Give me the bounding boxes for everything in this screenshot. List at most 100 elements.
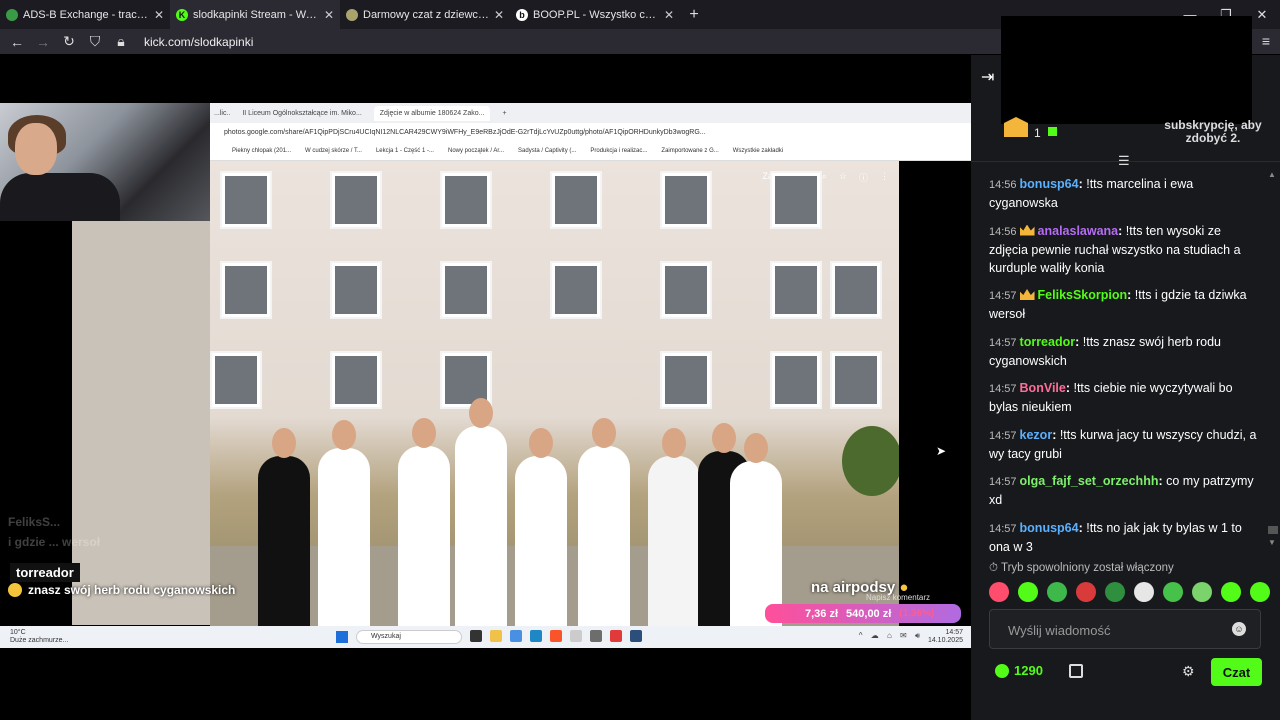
weather-widget: 10°C Duże zachmurze... (10, 629, 68, 645)
app-icon (590, 630, 602, 642)
settings-gear-icon[interactable]: ⚙ (1182, 663, 1195, 680)
channel-points[interactable]: 1290 (995, 663, 1043, 678)
building-window (770, 351, 822, 409)
building-window (220, 261, 272, 319)
scroll-thumb[interactable] (1268, 526, 1278, 534)
store-icon[interactable] (1069, 664, 1083, 678)
browser-tab[interactable]: b BOOP.PL - Wszystko co chcesz - ✕ (510, 0, 680, 29)
reload-icon[interactable]: ↻ (58, 33, 80, 50)
taskbar-clock: 14:57 14.10.2025 (928, 629, 963, 645)
points-icon (995, 663, 1009, 678)
close-tab-icon[interactable]: ✕ (494, 8, 504, 22)
emote-icon[interactable] (1163, 582, 1183, 602)
edge-icon (510, 630, 522, 642)
donation-goal-bar: 7,36 zł 540,00 zł (1,36%) (765, 604, 961, 623)
close-tab-icon[interactable]: ✕ (154, 8, 164, 22)
emote-icon[interactable] (1018, 582, 1038, 602)
tab-favicon-icon (346, 8, 358, 21)
menu-icon[interactable]: ≡ (1262, 33, 1270, 49)
message-username[interactable]: bonusp64 (1020, 177, 1079, 191)
chat-message[interactable]: 14:57 BonVile: !tts ciebie nie wyczytywal… (989, 379, 1257, 416)
shield-icon[interactable]: ⛉ (84, 33, 106, 50)
student-figure (730, 433, 782, 626)
school-group-photo: Zapisz ⤴ ⌕ ☆ ⓘ ⋮ (210, 161, 899, 626)
chat-messages: 14:56 bonusp64: !tts marcelina i ewa cyga… (989, 175, 1257, 565)
message-time: 14:57 (989, 383, 1017, 395)
scroll-up-icon[interactable]: ▲ (1268, 170, 1276, 179)
windows-taskbar: 10°C Duże zachmurze... Wyszukaj ^ ☁ ⌂ ✉ … (0, 626, 971, 648)
address-bar[interactable]: kick.com/slodkapinki (144, 35, 253, 49)
back-icon[interactable]: ← (6, 34, 28, 50)
chat-message[interactable]: 14:56 analaslawana: !tts ten wysoki ze zd… (989, 222, 1257, 277)
collapse-chat-icon[interactable]: ⇥ (981, 67, 994, 87)
gift-icon (1048, 127, 1057, 136)
chat-message[interactable]: 14:57 olga_fajf_set_orzechhh: co my patrz… (989, 472, 1257, 509)
zoom-icon: ⌕ (821, 171, 827, 181)
message-username[interactable]: bonusp64 (1020, 521, 1079, 535)
close-tab-icon[interactable]: ✕ (324, 8, 334, 22)
emoji-picker-icon[interactable]: ☺ (1232, 622, 1246, 636)
message-username[interactable]: analaslawana (1038, 224, 1119, 238)
emote-icon[interactable] (1192, 582, 1212, 602)
app-icon (570, 630, 582, 642)
close-tab-icon[interactable]: ✕ (664, 8, 674, 22)
emote-icon[interactable] (1250, 582, 1270, 602)
inner-new-tab: + (502, 109, 507, 117)
emote-icon[interactable] (989, 582, 1009, 602)
bookmark-item: Piekny chlopak (201... (232, 147, 292, 154)
message-time: 14:57 (989, 522, 1017, 535)
message-time: 14:57 (989, 476, 1017, 488)
emote-bar (989, 582, 1270, 602)
stream-player[interactable]: ...lic.. II Liceum Ogólnokształcące im. … (0, 55, 971, 720)
chat-message[interactable]: 14:57 bonusp64: !tts no jak jak ty bylas … (989, 519, 1257, 556)
building-window (660, 261, 712, 319)
tree (842, 426, 899, 496)
weather-desc: Duże zachmurze... (10, 637, 69, 644)
chat-message-input[interactable] (1008, 620, 1228, 640)
message-username[interactable]: FeliksSkorpion (1038, 288, 1128, 302)
chat-message[interactable]: 14:57 FeliksSkorpion: !tts i gdzie ta dzi… (989, 286, 1257, 323)
clock-time: 14:57 (945, 629, 963, 636)
mouse-cursor-icon: ➤ (936, 444, 947, 458)
inner-address-bar: photos.google.com/share/AF1QipPDjSCru4UC… (224, 128, 706, 136)
tab-title: slodkapinki Stream - Watch (193, 8, 319, 21)
forward-icon[interactable]: → (32, 34, 54, 50)
emote-icon[interactable] (1221, 582, 1241, 602)
browser-tab[interactable]: Darmowy czat z dziewczynami - ✕ (340, 0, 510, 29)
new-tab-button[interactable]: + (680, 6, 708, 24)
building-window (330, 171, 382, 229)
emote-icon[interactable] (1076, 582, 1096, 602)
message-time: 14:57 (989, 429, 1017, 442)
browser-tab[interactable]: Kslodkapinki Stream - Watch ✕ (170, 0, 340, 29)
student-figure (515, 428, 567, 626)
faded-line: FeliksS... (8, 515, 61, 529)
building-window (440, 261, 492, 319)
building-window (830, 351, 882, 409)
browser-tab[interactable]: ADS-B Exchange - track aircraft ✕ (0, 0, 170, 29)
tts-message: znasz swój herb rodu cyganowskich (8, 583, 235, 597)
clock-date: 14.10.2025 (927, 637, 963, 644)
chat-message[interactable]: 14:56 bonusp64: !tts marcelina i ewa cyga… (989, 175, 1257, 212)
lock-icon[interactable]: 🔒︎ (110, 33, 132, 50)
student-head (412, 418, 436, 448)
goal-current: 7,36 zł (805, 607, 839, 620)
sub-badge-icon (1004, 117, 1028, 137)
emote-icon[interactable] (1134, 582, 1154, 602)
emote-icon[interactable] (1047, 582, 1067, 602)
message-username[interactable]: BonVile (1020, 381, 1066, 395)
chat-message[interactable]: 14:57 torreador: !tts znasz swój herb rod… (989, 333, 1257, 370)
emote-icon[interactable] (1105, 582, 1125, 602)
message-time: 14:57 (989, 290, 1017, 302)
send-chat-button[interactable]: Czat (1211, 658, 1262, 686)
message-username[interactable]: olga_fajf_set_orzechhh (1020, 474, 1159, 488)
message-username[interactable]: torreador (1020, 335, 1076, 349)
chat-message[interactable]: 14:57 kezor: !tts kurwa jacy tu wszyscy c… (989, 426, 1257, 463)
message-time: 14:56 (989, 179, 1017, 191)
subscription-banner[interactable]: 1 subskrypcję, aby zdobyć 2. (1004, 117, 1274, 161)
message-username[interactable]: kezor (1020, 428, 1053, 442)
bookmark-item: W cudzej skórze / T... (305, 147, 362, 154)
chat-scrollbar[interactable]: ▲ ▼ (1268, 170, 1278, 550)
crown-badge-icon (1019, 224, 1035, 236)
pinned-messages-icon[interactable]: ☰ (1118, 153, 1130, 169)
scroll-down-icon[interactable]: ▼ (1268, 538, 1276, 547)
